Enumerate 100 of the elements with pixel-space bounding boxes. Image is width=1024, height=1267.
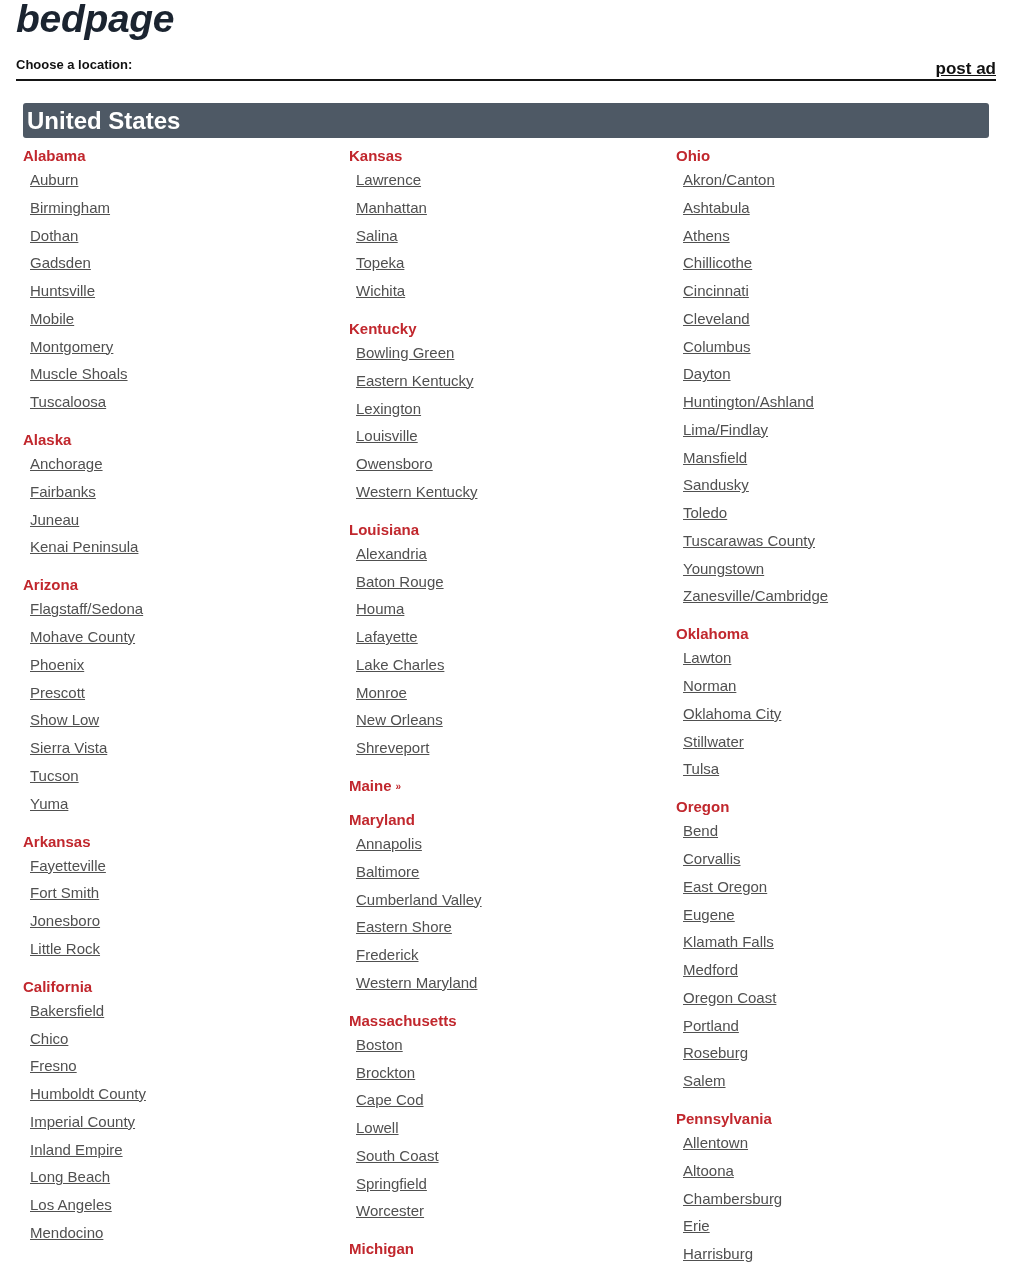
city-link[interactable]: Imperial County [30, 1113, 136, 1130]
city-link[interactable]: Salem [683, 1073, 726, 1089]
city-link[interactable]: Cincinnati [683, 283, 749, 299]
city-link[interactable]: South Coast [356, 1147, 439, 1164]
city-link[interactable]: Alexandria [356, 545, 427, 562]
city-link[interactable]: Lima/Findlay [683, 421, 769, 438]
city-link[interactable]: Cleveland [683, 310, 750, 327]
city-link[interactable]: Erie [683, 1218, 710, 1235]
city-link[interactable]: Phoenix [30, 656, 85, 673]
city-link[interactable]: Lafayette [356, 629, 418, 645]
city-link[interactable]: Fresno [30, 1058, 77, 1075]
city-link[interactable]: Tulsa [683, 761, 720, 778]
city-link[interactable]: New Orleans [356, 712, 443, 729]
city-link[interactable]: Norman [683, 678, 737, 694]
city-link[interactable]: Baltimore [356, 863, 420, 880]
city-link[interactable]: Topeka [356, 255, 405, 272]
city-link[interactable]: Corvallis [683, 851, 741, 867]
city-link[interactable]: Fayetteville [30, 857, 106, 874]
city-link[interactable]: Anchorage [30, 456, 103, 472]
city-link[interactable]: Salina [356, 227, 398, 244]
city-link[interactable]: Dayton [683, 366, 731, 383]
city-link[interactable]: Huntington/Ashland [683, 394, 814, 410]
city-link[interactable]: Eastern Kentucky [356, 372, 474, 389]
city-link[interactable]: Western Maryland [356, 974, 478, 991]
city-link[interactable]: Columbus [683, 338, 751, 355]
city-link[interactable]: Tuscaloosa [30, 394, 107, 410]
city-link[interactable]: Montgomery [30, 338, 114, 355]
city-link[interactable]: Tucson [30, 767, 79, 784]
city-link[interactable]: Tuscarawas County [683, 532, 815, 549]
city-link[interactable]: Springfield [356, 1175, 427, 1192]
city-link[interactable]: Manhattan [356, 199, 427, 216]
city-link[interactable]: Mohave County [30, 629, 136, 645]
city-link[interactable]: Auburn [30, 172, 79, 188]
city-link[interactable]: Lawrence [356, 172, 422, 188]
city-link[interactable]: Altoona [683, 1162, 734, 1179]
city-link[interactable]: Houma [356, 601, 405, 618]
city-link[interactable]: Chambersburg [683, 1190, 783, 1207]
city-link[interactable]: Prescott [30, 684, 86, 701]
post-ad-link[interactable]: post ad [935, 59, 996, 79]
city-link[interactable]: Little Rock [30, 940, 101, 957]
city-link[interactable]: Annapolis [356, 836, 422, 852]
city-link[interactable]: Lawton [683, 650, 732, 667]
city-link[interactable]: Sandusky [683, 477, 749, 494]
city-link[interactable]: Humboldt County [30, 1086, 146, 1102]
city-link[interactable]: Los Angeles [30, 1197, 112, 1213]
city-link[interactable]: Yuma [30, 795, 69, 812]
city-link[interactable]: Roseburg [683, 1045, 749, 1062]
city-link[interactable]: Eastern Shore [356, 919, 452, 936]
city-link[interactable]: Chillicothe [683, 255, 753, 272]
city-link[interactable]: Show Low [30, 712, 100, 729]
city-link[interactable]: Chico [30, 1030, 69, 1047]
city-link[interactable]: Flagstaff/Sedona [30, 601, 144, 618]
city-link[interactable]: East Oregon [683, 878, 768, 895]
city-link[interactable]: Gadsden [30, 255, 91, 272]
city-link[interactable]: Allentown [683, 1135, 749, 1151]
city-link[interactable]: Louisville [356, 428, 418, 445]
city-link[interactable]: Wichita [356, 283, 406, 299]
state-link[interactable]: Maine » [349, 776, 402, 797]
city-link[interactable]: Dothan [30, 227, 79, 244]
city-link[interactable]: Oklahoma City [683, 705, 782, 722]
city-link[interactable]: Huntsville [30, 283, 96, 299]
city-link[interactable]: Jonesboro [30, 913, 101, 929]
city-link[interactable]: Lowell [356, 1120, 399, 1136]
city-link[interactable]: Western Kentucky [356, 483, 478, 500]
city-link[interactable]: Bakersfield [30, 1002, 105, 1019]
city-link[interactable]: Zanesville/Cambridge [683, 588, 829, 605]
city-link[interactable]: Sierra Vista [30, 740, 108, 756]
city-link[interactable]: Bowling Green [356, 345, 455, 361]
city-link[interactable]: Ashtabula [683, 199, 750, 216]
city-link[interactable]: Fort Smith [30, 885, 100, 902]
city-link[interactable]: Cape Cod [356, 1092, 424, 1109]
city-link[interactable]: Brockton [356, 1064, 416, 1081]
city-link[interactable]: Medford [683, 962, 739, 978]
city-link[interactable]: Lake Charles [356, 656, 445, 673]
city-link[interactable]: Bend [683, 823, 719, 840]
city-link[interactable]: Baton Rouge [356, 573, 444, 590]
city-link[interactable]: Eugene [683, 906, 735, 923]
city-link[interactable]: Long Beach [30, 1169, 111, 1186]
city-link[interactable]: Owensboro [356, 456, 433, 472]
city-link[interactable]: Birmingham [30, 199, 111, 216]
city-link[interactable]: Akron/Canton [683, 172, 775, 188]
city-link[interactable]: Harrisburg [683, 1246, 754, 1262]
city-link[interactable]: Mansfield [683, 449, 748, 466]
city-link[interactable]: Klamath Falls [683, 934, 774, 951]
site-logo[interactable]: bedpage [16, 0, 175, 41]
city-link[interactable]: Kenai Peninsula [30, 539, 139, 556]
city-link[interactable]: Oregon Coast [683, 989, 777, 1006]
city-link[interactable]: Frederick [356, 947, 419, 963]
city-link[interactable]: Stillwater [683, 733, 744, 750]
city-link[interactable]: Portland [683, 1017, 739, 1034]
city-link[interactable]: Worcester [356, 1203, 425, 1220]
city-link[interactable]: Lexington [356, 400, 422, 417]
city-link[interactable]: Fairbanks [30, 483, 96, 500]
city-link[interactable]: Shreveport [356, 740, 430, 756]
city-link[interactable]: Inland Empire [30, 1141, 123, 1158]
city-link[interactable]: Mendocino [30, 1224, 104, 1241]
city-link[interactable]: Monroe [356, 684, 407, 701]
city-link[interactable]: Youngstown [683, 560, 765, 577]
city-link[interactable]: Boston [356, 1036, 403, 1053]
city-link[interactable]: Toledo [683, 505, 728, 521]
